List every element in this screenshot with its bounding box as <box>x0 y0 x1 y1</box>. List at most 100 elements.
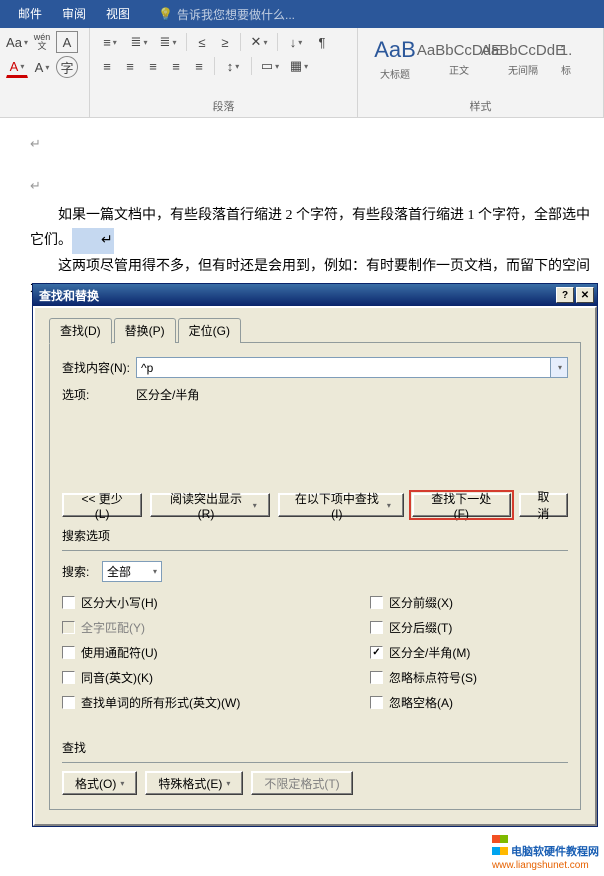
checkbox-label: 同音(英文)(K) <box>81 669 153 686</box>
checkbox-label: 区分前缀(X) <box>389 594 453 611</box>
style-normal[interactable]: AaBbCcDdE 正文 <box>428 31 490 87</box>
lightbulb-icon: 💡 <box>158 7 173 21</box>
borders-icon[interactable]: ▦▾ <box>285 55 313 77</box>
checkbox-option[interactable]: 使用通配符(U) <box>62 644 260 661</box>
paragraph-mark-icon: ↵ <box>30 178 41 193</box>
search-options-label: 搜索选项 <box>62 527 568 544</box>
find-what-label: 查找内容(N): <box>62 359 136 376</box>
reading-highlight-button[interactable]: 阅读突出显示(R) ▾ <box>150 493 270 517</box>
style-nospacing[interactable]: AaBbCcDdE 无间隔 <box>492 31 554 87</box>
less-button[interactable]: << 更少(L) <box>62 493 142 517</box>
document-area[interactable]: ↵ ↵ 如果一篇文档中，有些段落首行缩进 2 个字符，有些段落首行缩进 1 个字… <box>0 118 604 283</box>
text-direction-icon[interactable]: ✕▾ <box>245 31 273 53</box>
font-group: Aa▾ wén文 A A▾ A▾ 字 <box>0 28 90 117</box>
checkbox-icon <box>62 621 75 634</box>
paragraph-mark-icon: ↵ <box>30 136 41 151</box>
style-heading[interactable]: 1. 标 <box>556 31 576 87</box>
numbering-icon[interactable]: ≣▾ <box>125 31 153 53</box>
search-direction-combo[interactable]: 全部 ▾ <box>102 561 162 582</box>
find-dropdown-button[interactable]: ▾ <box>550 357 568 378</box>
find-panel: 查找内容(N): ▾ 选项: 区分全/半角 << 更少(L) 阅读突出显示(R)… <box>49 342 581 810</box>
paragraph-label: 段落 <box>96 96 351 117</box>
checkbox-option[interactable]: 区分大小写(H) <box>62 594 260 611</box>
checkbox-option[interactable]: 区分前缀(X) <box>370 594 568 611</box>
checkbox-option: 全字匹配(Y) <box>62 619 260 636</box>
checkbox-icon <box>370 671 383 684</box>
chevron-down-icon: ▾ <box>226 779 230 788</box>
show-marks-icon[interactable]: ¶ <box>311 31 333 53</box>
format-button[interactable]: 格式(O) ▾ <box>62 771 137 795</box>
styles-label: 样式 <box>364 96 597 117</box>
help-button[interactable]: ? <box>556 287 574 303</box>
checkbox-option[interactable]: 忽略标点符号(S) <box>370 669 568 686</box>
style-heading1[interactable]: AaB 大标题 <box>364 31 426 87</box>
find-in-button[interactable]: 在以下项中查找(I) ▾ <box>278 493 404 517</box>
change-case-icon[interactable]: Aa▾ <box>6 31 28 53</box>
checkbox-icon <box>370 646 383 659</box>
tab-goto[interactable]: 定位(G) <box>178 318 241 343</box>
doc-paragraph: 如果一篇文档中，有些段落首行缩进 2 个字符，有些段落首行缩进 1 个字符，全部… <box>30 208 590 248</box>
checkbox-label: 忽略空格(A) <box>389 694 453 711</box>
tab-mail[interactable]: 邮件 <box>8 0 52 28</box>
increase-indent-icon[interactable]: ≥ <box>214 31 236 53</box>
pinyin-guide-icon[interactable]: wén文 <box>31 31 53 53</box>
checkbox-option[interactable]: 忽略空格(A) <box>370 694 568 711</box>
checkbox-label: 全字匹配(Y) <box>81 619 145 636</box>
enclose-char-icon[interactable]: 字 <box>56 56 78 78</box>
char-border-icon[interactable]: A <box>56 31 78 53</box>
dialog-tab-strip: 查找(D) 替换(P) 定位(G) <box>49 318 581 343</box>
watermark-text2: www.liangshunet.com <box>492 860 589 871</box>
line-spacing-icon[interactable]: ↕▾ <box>219 55 247 77</box>
tell-me-text: 告诉我您想要做什么... <box>177 6 295 23</box>
align-left-icon[interactable]: ≡ <box>96 55 118 77</box>
ribbon: Aa▾ wén文 A A▾ A▾ 字 ≡▾ ≣▾ ≣▾ ≤ ≥ ✕▾ <box>0 28 604 118</box>
checkbox-label: 使用通配符(U) <box>81 644 158 661</box>
decrease-indent-icon[interactable]: ≤ <box>191 31 213 53</box>
shading-icon[interactable]: ▭▾ <box>256 55 284 77</box>
watermark-text1: 电脑软硬件教程网 <box>511 846 599 858</box>
chevron-down-icon: ▾ <box>387 501 391 510</box>
styles-group: AaB 大标题 AaBbCcDdE 正文 AaBbCcDdE 无间隔 1. 标 … <box>358 28 604 117</box>
checkbox-option[interactable]: 区分全/半角(M) <box>370 644 568 661</box>
no-formatting-button[interactable]: 不限定格式(T) <box>251 771 352 795</box>
sort-icon[interactable]: ↓▾ <box>282 31 310 53</box>
checkbox-icon <box>62 646 75 659</box>
align-distribute-icon[interactable]: ≡ <box>188 55 210 77</box>
bullets-icon[interactable]: ≡▾ <box>96 31 124 53</box>
char-shading-icon[interactable]: A▾ <box>31 56 53 78</box>
checkbox-option[interactable]: 区分后缀(T) <box>370 619 568 636</box>
multilevel-list-icon[interactable]: ≣▾ <box>154 31 182 53</box>
checkbox-label: 区分大小写(H) <box>81 594 158 611</box>
dialog-title: 查找和替换 <box>39 287 554 304</box>
dialog-titlebar[interactable]: 查找和替换 ? ✕ <box>33 284 597 306</box>
options-value: 区分全/半角 <box>136 386 199 403</box>
chevron-down-icon: ▾ <box>253 501 257 510</box>
search-direction-label: 搜索: <box>62 563 102 580</box>
checkbox-option[interactable]: 查找单词的所有形式(英文)(W) <box>62 694 260 711</box>
checkbox-icon <box>370 696 383 709</box>
align-justify-icon[interactable]: ≡ <box>165 55 187 77</box>
align-center-icon[interactable]: ≡ <box>119 55 141 77</box>
close-button[interactable]: ✕ <box>576 287 594 303</box>
ribbon-tab-strip: 邮件 审阅 视图 💡 告诉我您想要做什么... <box>0 0 604 28</box>
tab-replace[interactable]: 替换(P) <box>114 318 176 343</box>
font-color-icon[interactable]: A▾ <box>6 56 28 78</box>
checkbox-icon <box>62 671 75 684</box>
special-button[interactable]: 特殊格式(E) ▾ <box>145 771 243 795</box>
tab-view[interactable]: 视图 <box>96 0 140 28</box>
selection-cursor: ↵ <box>72 228 114 253</box>
align-right-icon[interactable]: ≡ <box>142 55 164 77</box>
tell-me-field[interactable]: 💡 告诉我您想要做什么... <box>158 6 295 23</box>
checkbox-icon <box>370 621 383 634</box>
checkbox-icon <box>370 596 383 609</box>
checkbox-option[interactable]: 同音(英文)(K) <box>62 669 260 686</box>
find-next-button[interactable]: 查找下一处(F) <box>412 493 511 517</box>
cancel-button[interactable]: 取消 <box>519 493 568 517</box>
find-what-input[interactable] <box>136 357 550 378</box>
checkbox-label: 区分全/半角(M) <box>389 644 470 661</box>
tab-review[interactable]: 审阅 <box>52 0 96 28</box>
chevron-down-icon: ▾ <box>120 779 124 788</box>
find-section-label: 查找 <box>62 739 568 756</box>
find-replace-dialog: 查找和替换 ? ✕ 查找(D) 替换(P) 定位(G) 查找内容(N): ▾ 选… <box>32 283 598 827</box>
tab-find[interactable]: 查找(D) <box>49 318 112 344</box>
